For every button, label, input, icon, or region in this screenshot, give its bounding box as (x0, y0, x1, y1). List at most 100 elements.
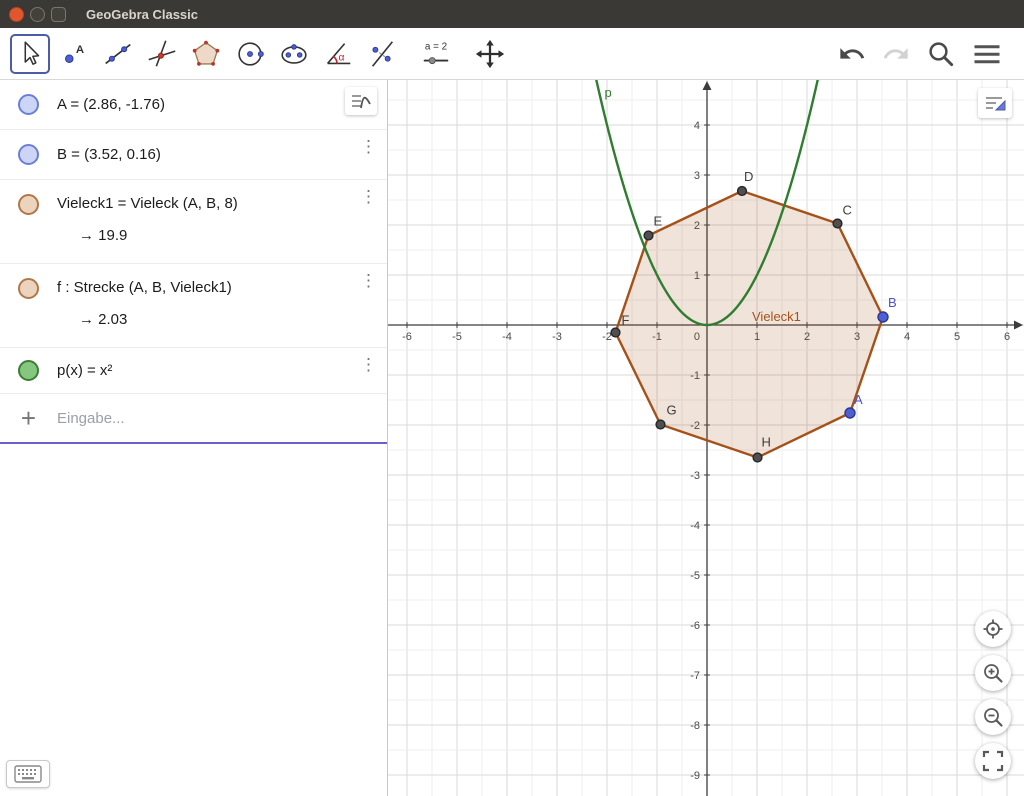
svg-text:-9: -9 (690, 770, 700, 782)
kebab-menu-icon[interactable]: ⋮ (360, 356, 377, 373)
kebab-menu-icon[interactable]: ⋮ (360, 188, 377, 205)
perpendicular-line-tool-button[interactable] (142, 34, 182, 74)
window-minimize-button[interactable] (30, 7, 45, 22)
algebra-entry-value: → 19.9 (57, 227, 238, 244)
visibility-marble[interactable] (18, 360, 39, 381)
svg-text:-3: -3 (552, 331, 562, 343)
keyboard-toggle-button[interactable] (6, 760, 50, 788)
algebra-view: A = (2.86, -1.76) B = (3.52, 0.16) ⋮ Vie… (0, 80, 388, 796)
algebra-entry-text: f : Strecke (A, B, Vieleck1) (57, 279, 232, 296)
algebra-row-A[interactable]: A = (2.86, -1.76) (0, 80, 387, 130)
svg-text:Vieleck1: Vieleck1 (752, 309, 801, 324)
svg-text:-5: -5 (690, 570, 700, 582)
algebra-row-vieleck1[interactable]: Vieleck1 = Vieleck (A, B, 8) → 19.9 ⋮ (0, 180, 387, 264)
fullscreen-button[interactable] (975, 743, 1011, 779)
svg-text:A: A (854, 392, 863, 407)
algebra-entry-text: Vieleck1 = Vieleck (A, B, 8) (57, 195, 238, 212)
angle-tool-button[interactable]: α (318, 34, 358, 74)
kebab-menu-icon[interactable]: ⋮ (360, 138, 377, 155)
undo-icon (838, 40, 866, 68)
point-icon: A (57, 37, 91, 71)
toolbar-right-group (838, 39, 1016, 69)
line-icon (101, 37, 135, 71)
circle-icon (233, 37, 267, 71)
reflect-tool-button[interactable] (362, 34, 402, 74)
svg-text:-3: -3 (690, 470, 700, 482)
zoom-controls (975, 611, 1011, 779)
cursor-icon (13, 37, 47, 71)
slider-tool-button[interactable]: a = 2 (416, 34, 456, 74)
hamburger-menu-icon (972, 39, 1002, 69)
visibility-marble[interactable] (18, 278, 39, 299)
svg-text:4: 4 (904, 331, 910, 343)
move-graphics-tool-button[interactable] (470, 34, 510, 74)
search-button[interactable] (926, 39, 956, 69)
visibility-marble[interactable] (18, 194, 39, 215)
point-tool-button[interactable]: A (54, 34, 94, 74)
polygon-tool-button[interactable] (186, 34, 226, 74)
svg-text:B: B (888, 295, 897, 310)
polygon-icon (189, 37, 223, 71)
algebra-entry-text: p(x) = x² (57, 362, 112, 379)
algebra-row-B[interactable]: B = (3.52, 0.16) ⋮ (0, 130, 387, 180)
algebra-stylebar-button[interactable] (345, 87, 377, 115)
window-close-button[interactable] (9, 7, 24, 22)
undo-button[interactable] (838, 40, 866, 68)
algebra-entry-text: B = (3.52, 0.16) (57, 146, 161, 163)
toolbar: A (0, 28, 1024, 80)
algebra-row-f[interactable]: f : Strecke (A, B, Vieleck1) → 2.03 ⋮ (0, 264, 387, 348)
add-entry-icon[interactable]: + (21, 405, 36, 431)
graphics-stylebar-button[interactable] (978, 88, 1012, 118)
svg-text:5: 5 (954, 331, 960, 343)
svg-text:3: 3 (694, 170, 700, 182)
svg-text:-8: -8 (690, 720, 700, 732)
graphics-view[interactable]: -6-5-4-3-2-11234564321-1-2-3-4-5-6-7-8-9… (388, 80, 1024, 796)
algebra-input[interactable] (57, 410, 347, 427)
zoom-in-button[interactable] (975, 655, 1011, 691)
svg-text:α: α (338, 52, 344, 63)
svg-text:E: E (654, 214, 663, 229)
reflect-icon (365, 37, 399, 71)
graphics-stylebar-icon (983, 92, 1007, 114)
svg-text:H: H (762, 435, 771, 450)
slider-icon: a = 2 (419, 37, 453, 71)
graphics-svg[interactable]: -6-5-4-3-2-11234564321-1-2-3-4-5-6-7-8-9… (388, 80, 1024, 796)
standard-view-icon (982, 618, 1004, 640)
svg-text:F: F (622, 313, 630, 328)
zoom-in-icon (982, 662, 1004, 684)
ellipse-icon (277, 37, 311, 71)
algebra-row-p[interactable]: p(x) = x² ⋮ (0, 348, 387, 394)
circle-tool-button[interactable] (230, 34, 270, 74)
svg-text:-7: -7 (690, 670, 700, 682)
algebra-entry-text: A = (2.86, -1.76) (57, 96, 165, 113)
visibility-marble[interactable] (18, 94, 39, 115)
zoom-out-icon (982, 706, 1004, 728)
window-title: GeoGebra Classic (86, 7, 198, 22)
move-view-icon (473, 37, 507, 71)
ellipse-tool-button[interactable] (274, 34, 314, 74)
standard-view-button[interactable] (975, 611, 1011, 647)
algebra-input-row[interactable]: + (0, 394, 387, 444)
algebra-entry-value: → 2.03 (57, 311, 232, 328)
svg-text:a = 2: a = 2 (425, 41, 448, 52)
main-menu-button[interactable] (972, 39, 1002, 69)
visibility-marble[interactable] (18, 144, 39, 165)
keyboard-icon (14, 765, 42, 783)
svg-text:4: 4 (694, 120, 700, 132)
svg-text:-6: -6 (402, 331, 412, 343)
redo-button[interactable] (882, 40, 910, 68)
svg-text:-5: -5 (452, 331, 462, 343)
zoom-out-button[interactable] (975, 699, 1011, 735)
line-tool-button[interactable] (98, 34, 138, 74)
redo-icon (882, 40, 910, 68)
window-maximize-button[interactable] (51, 7, 66, 22)
svg-text:-4: -4 (502, 331, 512, 343)
kebab-menu-icon[interactable]: ⋮ (360, 272, 377, 289)
perpendicular-line-icon (145, 37, 179, 71)
svg-text:6: 6 (1004, 331, 1010, 343)
move-tool-button[interactable] (10, 34, 50, 74)
angle-icon: α (321, 37, 355, 71)
fullscreen-icon (982, 750, 1004, 772)
window-titlebar: GeoGebra Classic (0, 0, 1024, 28)
search-icon (926, 39, 956, 69)
